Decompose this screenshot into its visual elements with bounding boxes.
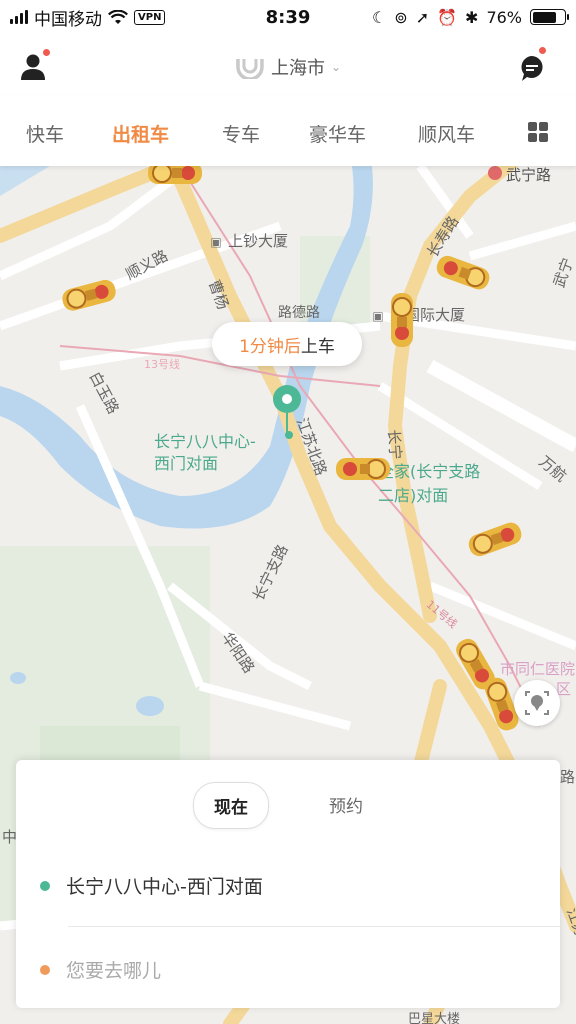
message-icon [521, 56, 543, 81]
divider [68, 926, 560, 927]
building-icon: ▣ [372, 309, 384, 323]
taxi-car-icon [336, 458, 390, 480]
status-bar: 中国移动 VPN 8:39 ☾ ⊚ ➚ ⏰ ✱ 76% [0, 0, 576, 34]
alarm-icon: ⏰ [437, 7, 458, 27]
destination-dot-icon [40, 964, 50, 975]
bluetooth-icon: ✱ [465, 7, 479, 27]
notification-dot [538, 46, 547, 55]
locate-icon [525, 691, 549, 715]
carrier-label: 中国移动 [34, 9, 102, 30]
battery-icon [530, 9, 569, 25]
time-tabs: 现在 预约 [16, 782, 560, 829]
pickup-dot-icon [40, 880, 50, 891]
status-time: 8:39 [265, 6, 311, 28]
trip-card: 现在 预约 长宁八八中心-西门对面 您要去哪儿 [16, 760, 560, 1008]
pickup-eta-bubble[interactable]: 1分钟后 上车 [212, 322, 362, 366]
pickup-name-line1: 长宁八八中心- [154, 432, 256, 451]
didi-logo-icon [236, 59, 264, 79]
pickup-action-text: 上车 [300, 336, 335, 357]
quanjia-line2: 二店)对面 [378, 486, 449, 505]
map-label-wuning-road: 武宁路 [506, 166, 552, 184]
tab-zhuanche[interactable]: 专车 [222, 120, 260, 147]
battery-percent: 76% [486, 7, 522, 27]
status-right: ☾ ⊚ ➚ ⏰ ✱ 76% [371, 7, 569, 27]
tab-kuaiche[interactable]: 快车 [26, 120, 64, 147]
tab-taxi[interactable]: 出租车 [112, 120, 169, 147]
map-label-intl-building: ▣ 太国际大厦 [370, 304, 465, 325]
metro-icon [488, 166, 502, 180]
map-label-shanggao: ▣ 上钞大厦 [208, 230, 288, 251]
status-left: 中国移动 VPN [10, 5, 166, 30]
location-arrow-icon: ➚ [415, 7, 430, 27]
signal-icon [10, 10, 28, 24]
locate-button[interactable] [514, 680, 560, 726]
taxi-car-icon [391, 293, 413, 347]
more-services-icon[interactable] [528, 122, 548, 142]
city-selector[interactable]: 上海市 ⌄ [235, 54, 341, 80]
pickup-name-line2: 西门对面 [154, 454, 219, 473]
city-label: 上海市 [270, 58, 325, 79]
moon-icon: ☾ [371, 7, 387, 27]
map-label-road-de: 路德路 [278, 305, 320, 321]
eta-text: 1分钟后 [239, 336, 301, 357]
tab-reserve[interactable]: 预约 [309, 782, 383, 829]
map-label-bottom-building: 巴星大楼 [408, 1012, 461, 1024]
notification-dot [42, 48, 51, 57]
tab-now[interactable]: 现在 [193, 782, 269, 829]
service-tabs: 快车 出租车 专车 豪华车 顺风车 [0, 96, 576, 166]
pickup-pin-icon[interactable] [271, 383, 303, 439]
battery-fill [532, 11, 557, 23]
building-icon: ▣ [210, 235, 222, 249]
map-label-tongren: 市同仁医院 [500, 660, 576, 678]
message-button[interactable] [518, 46, 550, 82]
wifi-icon [108, 9, 128, 24]
pickup-row[interactable]: 长宁八八中心-西门对面 [40, 872, 263, 899]
tab-hitch[interactable]: 顺风车 [418, 120, 475, 147]
vpn-badge: VPN [134, 9, 166, 25]
header: 上海市 ⌄ [0, 34, 576, 96]
tab-luxury[interactable]: 豪华车 [309, 120, 366, 147]
destination-row[interactable]: 您要去哪儿 [40, 956, 161, 983]
map-label-zhong: 中 [2, 828, 18, 846]
profile-button[interactable] [18, 48, 52, 82]
map-label-line13: 13号线 [144, 358, 180, 371]
pickup-location-text: 长宁八八中心-西门对面 [66, 876, 263, 898]
destination-input[interactable]: 您要去哪儿 [66, 956, 161, 983]
chevron-down-icon: ⌄ [330, 60, 342, 74]
taxi-car-icon [148, 166, 202, 184]
rotation-lock-icon: ⊚ [394, 7, 408, 27]
map-label-road-right: 路 [560, 768, 576, 786]
